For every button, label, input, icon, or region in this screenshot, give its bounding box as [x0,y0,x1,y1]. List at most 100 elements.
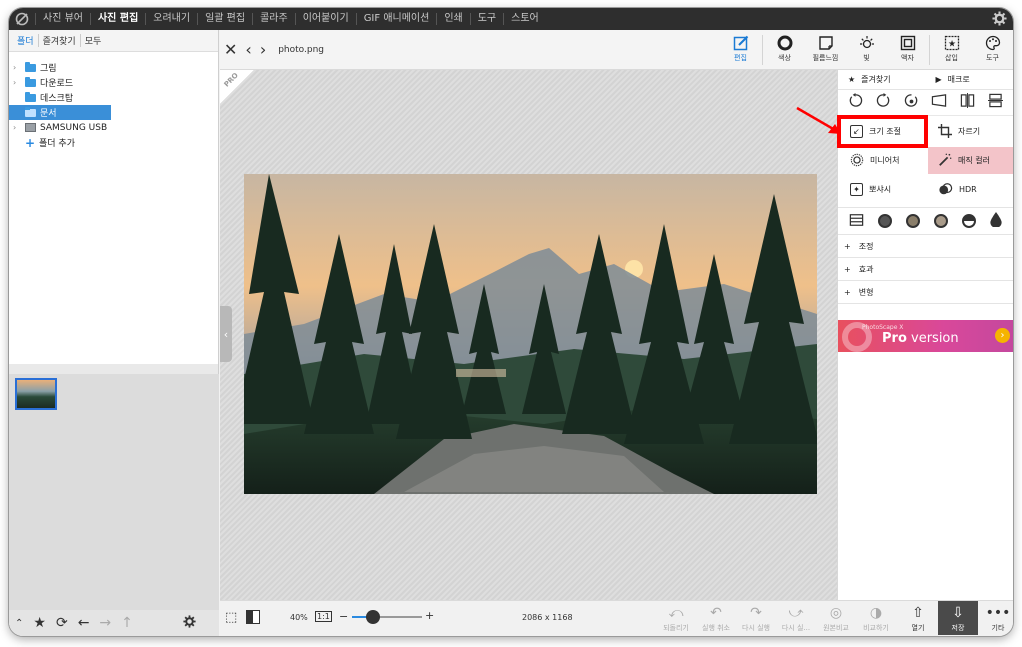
close-icon[interactable]: ✕ [224,40,237,59]
star-icon[interactable]: ★ [33,615,46,631]
favorites-button[interactable]: ★ 즐겨찾기 [838,74,926,85]
redo-button[interactable]: ↷ 다시 실행 [736,603,776,633]
filter-circle-icon[interactable] [878,214,892,228]
menu-store[interactable]: 스토어 [503,13,546,25]
menu-print[interactable]: 인쇄 [436,13,469,25]
menu-batch-edit[interactable]: 일괄 편집 [197,13,252,25]
expand-arrow-icon[interactable]: › [13,78,25,87]
left-browser-panel: 폴더 즐겨찾기 모두 › 그림 › 다운로드 데스크탑 문서 › SAMSUNG… [9,30,219,636]
tab-frame[interactable]: 액자 [887,33,928,67]
flip-horizontal-icon[interactable] [960,93,975,112]
selection-grid-icon[interactable]: ⬚ [225,610,237,625]
filter-circle-icon[interactable] [906,214,920,228]
pro-version-banner[interactable]: PhotoScape X Pro version › [838,320,1013,352]
tab-light[interactable]: 빛 [846,33,887,67]
redo-all-icon: ⤻ [788,605,804,621]
left-settings-gear-icon[interactable] [183,614,196,632]
compare-split-icon[interactable] [246,610,260,624]
photo-thumbnail[interactable] [15,378,57,410]
transform-icons-row [838,90,1013,116]
favorites-macro-row: ★ 즐겨찾기 ▶ 매크로 [838,70,1013,90]
bloom-button[interactable]: ✦ 뽀샤시 [840,176,925,203]
edited-photo[interactable] [244,174,817,494]
previous-arrow-icon[interactable]: ‹ [245,40,251,59]
zoom-in-icon[interactable]: + [425,609,434,622]
revert-button[interactable]: ⤺ 되돌리기 [656,603,696,633]
tab-insert[interactable]: ★ 삽입 [931,33,972,67]
next-arrow-icon[interactable]: › [260,40,266,59]
plus-icon: + [844,287,851,297]
tab-tools[interactable]: 도구 [972,33,1013,67]
collapse-left-panel-button[interactable]: ‹ [220,306,232,362]
menu-photo-viewer[interactable]: 사진 뷰어 [35,13,90,25]
settings-gear-icon[interactable] [992,11,1007,30]
original-compare-icon: ◎ [829,605,843,621]
macro-button[interactable]: ▶ 매크로 [926,74,1014,85]
add-folder-item[interactable]: + 폴더 추가 [9,135,218,150]
section-adjust[interactable]: + 조정 [838,235,1013,258]
refresh-icon[interactable]: ⟳ [56,615,68,631]
actual-size-button[interactable]: 1:1 [315,611,332,622]
collapse-up-icon[interactable]: ⌃ [15,618,23,629]
section-effects[interactable]: + 효과 [838,258,1013,281]
open-button[interactable]: ⇧ 열기 [898,603,938,633]
tree-item-pictures[interactable]: › 그림 [9,60,218,75]
plus-icon: + [844,241,851,251]
drop-icon[interactable] [990,211,1002,231]
menu-photo-editor[interactable]: 사진 편집 [89,13,145,25]
pro-corner-badge[interactable]: PRO [220,70,254,104]
banner-arrow-icon[interactable]: › [995,328,1010,343]
annotation-arrow-icon [796,106,841,134]
menu-tools[interactable]: 도구 [469,13,503,25]
folder-tree: › 그림 › 다운로드 데스크탑 문서 › SAMSUNG USB + 폴더 추… [9,52,218,364]
back-arrow-icon[interactable]: ← [78,615,90,631]
tab-film[interactable]: 필름느낌 [805,33,846,67]
menu-collage[interactable]: 콜라주 [252,13,295,25]
tab-all[interactable]: 모두 [81,34,106,47]
image-canvas[interactable]: PRO ‹ [220,70,837,600]
folder-icon [25,91,36,102]
tab-color[interactable]: 색상 [764,33,805,67]
compare-button[interactable]: ◑ 비교하기 [856,603,896,633]
filter-half-circle-icon[interactable] [962,214,976,228]
flip-vertical-icon[interactable] [987,93,1003,112]
tab-favorites[interactable]: 즐겨찾기 [39,34,81,47]
perspective-icon[interactable] [931,93,947,112]
tree-item-downloads[interactable]: › 다운로드 [9,75,218,90]
expand-arrow-icon[interactable]: › [13,123,25,132]
tree-item-desktop[interactable]: 데스크탑 [9,90,218,105]
edit-mode-tabs: 편집 색상 필름느낌 빛 액자 ★ 삽입 도구 [720,33,1013,67]
zoom-slider-track[interactable] [352,616,422,618]
undo-icon: ↶ [710,605,722,621]
tab-folders[interactable]: 폴더 [13,34,39,47]
straighten-icon[interactable] [904,93,919,112]
tree-item-samsung-usb[interactable]: › SAMSUNG USB [9,120,218,135]
menu-cut-out[interactable]: 오려내기 [145,13,197,25]
list-lines-icon[interactable] [849,212,864,231]
app-logo-icon[interactable] [9,8,35,30]
menu-gif-animation[interactable]: GIF 애니메이션 [355,13,437,25]
miniature-button[interactable]: 미니어처 [840,147,925,174]
zoom-out-icon[interactable]: − [339,610,348,623]
rotate-right-icon[interactable] [876,93,891,112]
section-transform[interactable]: + 변형 [838,281,1013,304]
tab-edit[interactable]: 편집 [720,33,761,67]
save-button[interactable]: ⇩ 저장 [938,601,978,635]
menu-combine[interactable]: 이어붙이기 [294,13,356,25]
undo-button[interactable]: ↶ 실행 취소 [696,603,736,633]
up-arrow-icon[interactable]: ↑ [121,615,133,631]
more-button[interactable]: ••• 기타 [978,603,1013,633]
edit-tools-panel: ★ 즐겨찾기 ▶ 매크로 ↙ 크기 조절 자르기 미니어처 매직 컬러 ✦ 뽀샤… [837,70,1013,600]
zoom-percent[interactable]: 40% [290,613,308,622]
magic-color-button[interactable]: 매직 컬러 [928,147,1013,174]
original-compare-button[interactable]: ◎ 원본비교 [816,603,856,633]
crop-button[interactable]: 자르기 [928,118,1013,145]
zoom-slider-handle[interactable] [366,610,380,624]
tree-item-documents[interactable]: 문서 [9,105,111,120]
filter-circle-icon[interactable] [934,214,948,228]
expand-arrow-icon[interactable]: › [13,63,25,72]
main-menu-bar: 사진 뷰어 사진 편집 오려내기 일괄 편집 콜라주 이어붙이기 GIF 애니메… [9,8,1013,30]
forward-arrow-icon[interactable]: → [99,615,111,631]
redo-all-button[interactable]: ⤻ 다시 실... [776,603,816,633]
hdr-button[interactable]: HDR [928,176,1013,203]
